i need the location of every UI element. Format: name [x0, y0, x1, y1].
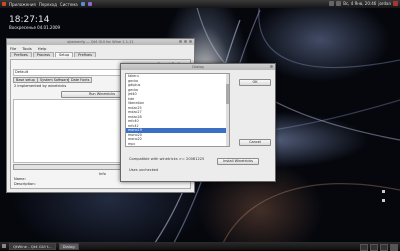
- desktop-clock-date: Воскресенье 04.01.2009: [9, 25, 61, 30]
- menu-system[interactable]: Система: [60, 2, 78, 7]
- tab-setup[interactable]: Setup: [55, 52, 74, 57]
- task-dialog[interactable]: Dialog: [58, 242, 79, 250]
- description-label: Description:: [14, 182, 36, 186]
- workspace-3[interactable]: [380, 243, 388, 251]
- volume-icon[interactable]: [336, 1, 342, 6]
- menu-file[interactable]: File: [10, 46, 16, 51]
- scroll-up-icon[interactable]: [382, 190, 385, 193]
- main-tabs: Prefixes Process Setup Prefixes: [7, 51, 194, 57]
- top-panel: Приложения Переход Система Вс, 4 Янв, 20…: [0, 0, 400, 8]
- shutdown-icon[interactable]: [393, 1, 398, 6]
- desktop-clock-time: 18:27:14: [9, 15, 50, 25]
- winetricks-dialog: Dialog fakeru gecko gdiplus gecko jet40 …: [120, 63, 276, 182]
- list-item[interactable]: mpc: [126, 142, 229, 147]
- launcher-icon[interactable]: [87, 2, 92, 6]
- desktop-clock-widget: 18:27:14 Воскресенье 04.01.2009: [9, 15, 61, 31]
- unchecked-label: Uses unchecked: [129, 168, 159, 172]
- main-window-titlebar[interactable]: qtwinecfg — Qt4 GUI for Wine 1.1.11: [7, 39, 194, 45]
- menu-help[interactable]: Help: [38, 46, 47, 51]
- tab-prefixes[interactable]: Prefixes: [10, 52, 32, 57]
- list-scrollbar[interactable]: [226, 74, 229, 146]
- menu-places[interactable]: Переход: [39, 2, 57, 7]
- dialog-close-icon[interactable]: [270, 65, 273, 68]
- implemented-label: 2 implemented by winetricks: [14, 84, 67, 88]
- network-icon[interactable]: [329, 1, 335, 6]
- cancel-button[interactable]: Cancel: [239, 139, 271, 146]
- workspace-switcher: [360, 243, 398, 251]
- trash-icon[interactable]: [390, 243, 398, 251]
- close-icon[interactable]: [189, 40, 192, 43]
- info-label: Info: [99, 172, 106, 176]
- maximize-icon[interactable]: [184, 40, 187, 43]
- subtab-system-software[interactable]: System Software: [37, 77, 72, 83]
- dialog-title: Dialog: [192, 65, 204, 69]
- bottom-taskbar: QtWine - Qt4 GUI f... Dialog: [0, 242, 400, 251]
- package-list[interactable]: fakeru gecko gdiplus gecko jet40 kde lib…: [125, 73, 230, 147]
- dialog-titlebar[interactable]: Dialog: [121, 64, 275, 70]
- task-qtwine[interactable]: QtWine - Qt4 GUI f...: [9, 242, 56, 250]
- tab-prefixes-2[interactable]: Prefixes: [74, 52, 96, 57]
- main-window-title: qtwinecfg — Qt4 GUI for Wine 1.1.11: [67, 40, 134, 44]
- tab-process[interactable]: Process: [32, 52, 54, 57]
- subtab-base-setup[interactable]: Base setup: [13, 77, 38, 83]
- menu-tools[interactable]: Tools: [22, 46, 31, 51]
- install-winetricks-button[interactable]: Install Winetricks: [217, 158, 259, 165]
- system-tray: Вс, 4 Янв, 20:46 jordan: [329, 1, 398, 6]
- subtab-date-fonts[interactable]: Date Fonts: [68, 77, 93, 83]
- scroll-down-icon[interactable]: [382, 199, 385, 202]
- menu-applications[interactable]: Приложения: [9, 2, 36, 7]
- scrollbar-thumb[interactable]: [226, 84, 229, 104]
- ok-button[interactable]: OK: [239, 79, 271, 86]
- user-name[interactable]: jordan: [378, 1, 391, 6]
- name-label: Name:: [14, 177, 26, 181]
- panel-clock[interactable]: Вс, 4 Янв, 20:46: [343, 1, 376, 6]
- minimize-icon[interactable]: [179, 40, 182, 43]
- workspace-2[interactable]: [370, 243, 378, 251]
- menu-logo-icon[interactable]: [2, 2, 6, 6]
- show-desktop-icon[interactable]: [2, 244, 6, 248]
- browser-launcher-icon[interactable]: [80, 2, 85, 6]
- workspace-1[interactable]: [360, 243, 368, 251]
- compatible-label: Compatible with winetricks >= 20081225: [129, 157, 205, 161]
- desktop-side-icons: [382, 190, 386, 202]
